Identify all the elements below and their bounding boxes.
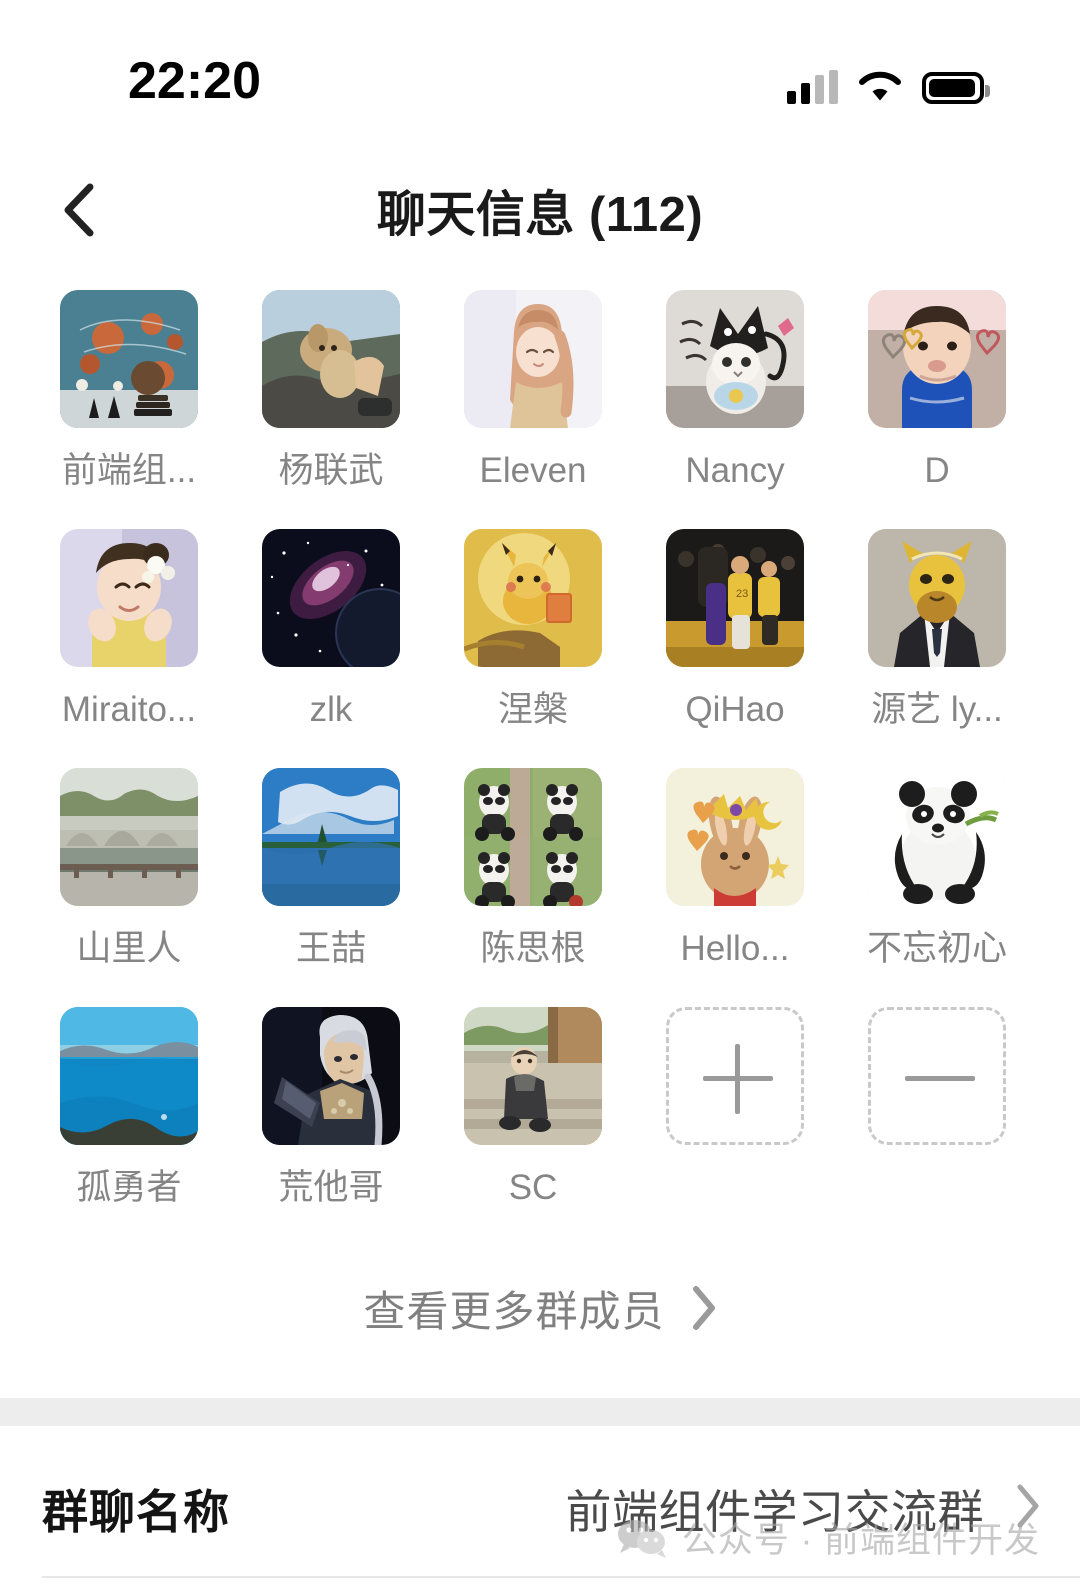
wifi-icon <box>858 70 902 104</box>
member-cell[interactable]: Nancy <box>666 290 804 529</box>
member-row: 前端组... 杨联武 Eleven Nancy D <box>60 290 1020 529</box>
avatar <box>868 529 1006 667</box>
avatar <box>464 529 602 667</box>
member-cell[interactable]: D <box>868 290 1006 529</box>
avatar: 23 <box>666 529 804 667</box>
member-cell[interactable]: 23 QiHao <box>666 529 804 768</box>
remove-member-button[interactable] <box>868 1007 1006 1145</box>
chevron-left-icon <box>62 182 96 238</box>
back-button[interactable] <box>34 160 124 260</box>
group-name-value: 前端组件学习交流群 <box>565 1486 984 1538</box>
member-name: D <box>924 451 950 490</box>
member-cell[interactable]: 杨联武 <box>262 290 400 529</box>
avatar <box>666 768 804 906</box>
group-name-label: 群聊名称 <box>42 1486 230 1538</box>
avatar <box>262 1007 400 1145</box>
member-cell[interactable]: Hello... <box>666 768 804 1007</box>
member-name: Miraito... <box>61 690 197 729</box>
member-name: 前端组... <box>61 451 197 490</box>
section-separator <box>0 1398 1080 1426</box>
member-name: 涅槃 <box>497 690 568 729</box>
member-grid: 前端组... 杨联武 Eleven Nancy D Miraito... zlk… <box>60 290 1020 1246</box>
member-name: 不忘初心 <box>867 929 1008 968</box>
member-name: 孤勇者 <box>76 1168 182 1207</box>
member-cell[interactable]: 陈思根 <box>464 768 602 1007</box>
avatar <box>464 768 602 906</box>
member-cell[interactable]: Eleven <box>464 290 602 529</box>
member-cell[interactable]: 前端组... <box>60 290 198 529</box>
avatar <box>464 1007 602 1145</box>
status-time: 22:20 <box>128 52 261 110</box>
member-row: Miraito... zlk 涅槃 23 QiHao 源艺 ly... <box>60 529 1020 768</box>
avatar <box>262 290 400 428</box>
avatar <box>262 529 400 667</box>
member-name: QiHao <box>685 690 785 729</box>
chevron-right-icon <box>1014 1482 1042 1530</box>
member-cell[interactable]: zlk <box>262 529 400 768</box>
member-cell[interactable]: Miraito... <box>60 529 198 768</box>
page-title: 聊天信息 (112) <box>376 187 704 242</box>
member-cell[interactable]: 孤勇者 <box>60 1007 198 1246</box>
member-row: 孤勇者 荒他哥 SC <box>60 1007 1020 1246</box>
row-divider <box>42 1576 1080 1578</box>
member-cell[interactable]: 王喆 <box>262 768 400 1007</box>
avatar <box>868 290 1006 428</box>
member-cell[interactable]: 荒他哥 <box>262 1007 400 1246</box>
view-more-members-button[interactable]: 查看更多群成员 <box>0 1258 1080 1358</box>
navigation-bar: 聊天信息 (112) <box>0 150 1080 270</box>
member-cell[interactable]: 涅槃 <box>464 529 602 768</box>
member-cell[interactable]: SC <box>464 1007 602 1246</box>
member-name: zlk <box>309 690 353 729</box>
avatar <box>464 290 602 428</box>
member-name: 山里人 <box>76 929 182 968</box>
member-name: Nancy <box>685 451 785 490</box>
svg-text:23: 23 <box>736 588 748 600</box>
status-bar: 22:20 <box>0 0 1080 150</box>
member-cell[interactable]: 不忘初心 <box>867 768 1008 1007</box>
battery-icon <box>922 72 990 104</box>
member-name: SC <box>508 1168 558 1207</box>
member-cell[interactable] <box>868 1007 1006 1246</box>
member-cell[interactable]: 山里人 <box>60 768 198 1007</box>
avatar <box>666 290 804 428</box>
member-name: 荒他哥 <box>278 1168 384 1207</box>
cellular-signal-icon <box>787 70 838 104</box>
member-name: 杨联武 <box>278 451 384 490</box>
avatar <box>60 529 198 667</box>
member-name: 源艺 ly... <box>871 690 1003 729</box>
avatar <box>60 768 198 906</box>
add-member-button[interactable] <box>666 1007 804 1145</box>
member-row: 山里人 王喆 陈思根 Hello... 不忘初心 <box>60 768 1020 1007</box>
avatar <box>868 768 1006 906</box>
member-name: Hello... <box>680 929 790 968</box>
member-name: 王喆 <box>295 929 366 968</box>
member-cell[interactable] <box>666 1007 804 1246</box>
avatar <box>60 290 198 428</box>
member-name: 陈思根 <box>480 929 586 968</box>
member-name: Eleven <box>479 451 587 490</box>
avatar <box>60 1007 198 1145</box>
chevron-right-icon <box>691 1285 717 1331</box>
avatar <box>262 768 400 906</box>
member-cell[interactable]: 源艺 ly... <box>868 529 1006 768</box>
group-name-row[interactable]: 群聊名称 前端组件学习交流群 <box>0 1426 1080 1578</box>
status-icon-group <box>787 58 990 104</box>
view-more-label: 查看更多群成员 <box>363 1287 665 1335</box>
chat-info-screen: 22:20 聊天信息 (112) 前端组... 杨联武 Eleven Nancy… <box>0 0 1080 1585</box>
